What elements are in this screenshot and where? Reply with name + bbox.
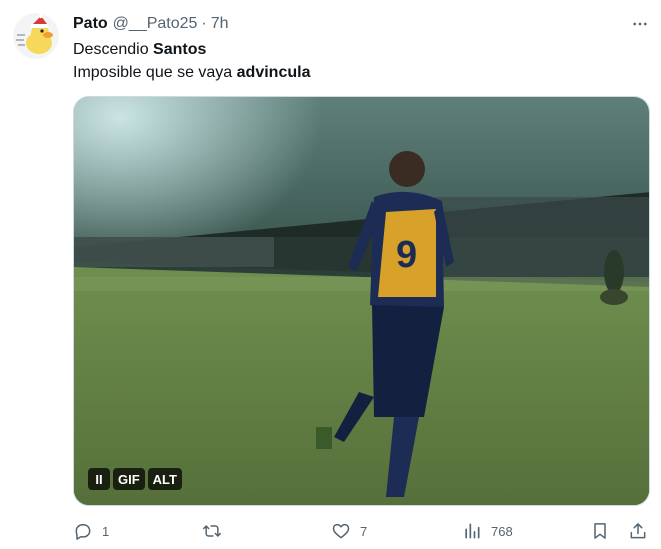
media-controls: II GIF ALT [88,468,182,490]
bookmark-icon [594,523,606,539]
reply-button[interactable]: 1 [73,517,109,545]
like-button[interactable]: 7 [331,517,367,545]
views-chart-icon [465,523,480,539]
author-handle[interactable]: @__Pato25 [113,15,198,33]
heart-icon [332,523,350,539]
tweet-header: Pato @__Pato25 · 7h [73,13,229,35]
tweet[interactable]: Pato @__Pato25 · 7h Descendio Santos Imp… [0,0,661,549]
views-button[interactable]: 768 [462,517,513,545]
tweet-timestamp[interactable]: 7h [211,15,229,33]
retweet-button[interactable] [201,517,232,545]
avatar[interactable] [13,13,59,59]
tweet-text-line-2: Imposible que se vaya advincula [73,61,310,84]
author-display-name[interactable]: Pato [73,15,108,33]
gif-media[interactable]: 9 II GIF ALT [73,96,650,506]
tweet-text-line-1: Descendio Santos [73,38,310,61]
text-bold: Santos [153,41,207,58]
text-plain: Descendio [73,41,154,58]
share-icon [630,523,646,539]
views-count: 768 [491,523,513,539]
share-button[interactable] [628,517,648,545]
bookmark-button[interactable] [590,517,610,545]
text-bold: advincula [236,64,311,81]
reply-count: 1 [102,523,110,539]
text-plain: Imposible que se vaya [73,64,237,81]
reply-icon [75,524,91,540]
like-count: 7 [360,523,368,539]
gif-frame-image: 9 [74,97,649,505]
separator-dot: · [201,15,207,32]
gif-badge: GIF [113,468,145,490]
avatar-duck-icon [13,13,59,59]
pause-button[interactable]: II [88,468,110,490]
more-options-button[interactable] [624,10,656,38]
svg-text:9: 9 [396,234,417,276]
retweet-icon [202,525,222,537]
tweet-text: Descendio Santos Imposible que se vaya a… [73,38,310,84]
more-dots-icon [633,22,647,26]
alt-text-button[interactable]: ALT [147,468,182,490]
tweet-actions: 1 7 768 [73,517,653,545]
